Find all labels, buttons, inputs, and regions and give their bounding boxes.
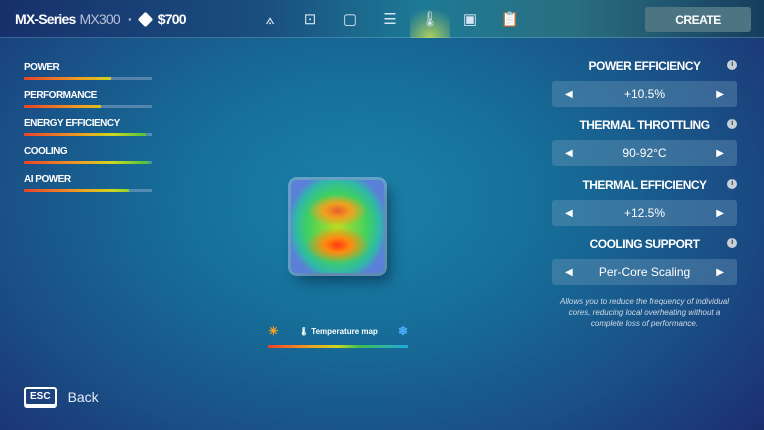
cpu-icon[interactable]: ⊡	[290, 0, 330, 38]
stat-label: COOLING	[24, 146, 152, 157]
stat-label: PERFORMANCE	[24, 90, 152, 101]
back-label: Back	[68, 389, 99, 405]
setting-label: THERMAL EFFICIENCY	[582, 178, 706, 192]
series-name: MX-Series	[15, 11, 76, 27]
setting-selector: ◀ +10.5% ▶	[552, 81, 737, 107]
temperature-legend: ☀ 🌡 Temperature map ❄	[268, 324, 408, 348]
create-button[interactable]: CREATE	[645, 7, 751, 32]
stat-fill	[24, 133, 146, 136]
stat-bar	[24, 105, 152, 108]
arrow-right-icon[interactable]: ▶	[716, 267, 724, 278]
setting-value: +10.5%	[624, 87, 665, 101]
back-button[interactable]: ESC Back	[24, 387, 99, 406]
setting-description: Allows you to reduce the frequency of in…	[552, 296, 737, 329]
temperature-map-label: 🌡 Temperature map	[299, 327, 378, 336]
setting-value: Per-Core Scaling	[599, 265, 690, 279]
arrow-right-icon[interactable]: ▶	[716, 89, 724, 100]
stat-fill	[24, 77, 111, 80]
nav-tabs: ⟑ ⊡ ▢ ☰ 🌡 ▣ 📋	[250, 0, 530, 38]
thermometer-icon[interactable]: 🌡	[410, 0, 450, 38]
price: $700	[158, 11, 186, 27]
info-icon[interactable]: i	[727, 60, 737, 70]
stat-fill	[24, 161, 149, 164]
stat-bar	[24, 189, 152, 192]
stat-energy-efficiency: ENERGY EFFICIENCY	[24, 118, 152, 146]
setting-value: 90-92°C	[622, 146, 666, 160]
stat-performance: PERFORMANCE	[24, 90, 152, 118]
arrow-right-icon[interactable]: ▶	[716, 208, 724, 219]
arrow-left-icon[interactable]: ◀	[565, 267, 573, 278]
stat-bar	[24, 161, 152, 164]
board-icon[interactable]: ▣	[450, 0, 490, 38]
setting-value: +12.5%	[624, 206, 665, 220]
stat-power: POWER	[24, 62, 152, 90]
setting-selector: ◀ Per-Core Scaling ▶	[552, 259, 737, 285]
price-tag-icon	[137, 11, 153, 27]
setting-selector: ◀ 90-92°C ▶	[552, 140, 737, 166]
arrow-left-icon[interactable]: ◀	[565, 148, 573, 159]
stat-bar	[24, 77, 152, 80]
setting-label: POWER EFFICIENCY	[588, 59, 700, 73]
temperature-gradient	[268, 345, 408, 348]
top-bar: MX-Series MX300 · $700 ⟑ ⊡ ▢ ☰ 🌡 ▣ 📋 CRE…	[0, 0, 764, 38]
setting-cooling-support: COOLING SUPPORT i ◀ Per-Core Scaling ▶	[552, 237, 737, 285]
separator: ·	[128, 11, 132, 27]
sun-icon: ☀	[268, 324, 279, 338]
info-icon[interactable]: i	[727, 238, 737, 248]
chip-icon[interactable]: ▢	[330, 0, 370, 38]
clipboard-icon[interactable]: 📋	[490, 0, 530, 38]
model-name: MX300	[80, 11, 120, 27]
stat-label: AI POWER	[24, 174, 152, 185]
stat-cooling: COOLING	[24, 146, 152, 174]
setting-selector: ◀ +12.5% ▶	[552, 200, 737, 226]
product-title: MX-Series MX300 · $700	[15, 11, 186, 27]
esc-key-icon: ESC	[24, 387, 57, 406]
setting-label: COOLING SUPPORT	[590, 237, 700, 251]
arrow-right-icon[interactable]: ▶	[716, 148, 724, 159]
info-icon[interactable]: i	[727, 119, 737, 129]
list-icon[interactable]: ☰	[370, 0, 410, 38]
stat-bar	[24, 133, 152, 136]
setting-power-efficiency: POWER EFFICIENCY i ◀ +10.5% ▶	[552, 59, 737, 107]
info-icon[interactable]: i	[727, 179, 737, 189]
stat-fill	[24, 105, 101, 108]
setting-thermal-throttling: THERMAL THROTTLING i ◀ 90-92°C ▶	[552, 118, 737, 166]
stats-list: POWER PERFORMANCE ENERGY EFFICIENCY COOL…	[24, 62, 152, 202]
setting-thermal-efficiency: THERMAL EFFICIENCY i ◀ +12.5% ▶	[552, 178, 737, 226]
chip-heatmap	[291, 180, 384, 273]
stat-label: ENERGY EFFICIENCY	[24, 118, 152, 129]
compass-icon[interactable]: ⟑	[250, 0, 290, 38]
setting-label: THERMAL THROTTLING	[579, 118, 709, 132]
snowflake-icon: ❄	[398, 324, 408, 338]
stat-label: POWER	[24, 62, 152, 73]
arrow-left-icon[interactable]: ◀	[565, 208, 573, 219]
stat-ai-power: AI POWER	[24, 174, 152, 202]
stat-fill	[24, 189, 129, 192]
arrow-left-icon[interactable]: ◀	[565, 89, 573, 100]
